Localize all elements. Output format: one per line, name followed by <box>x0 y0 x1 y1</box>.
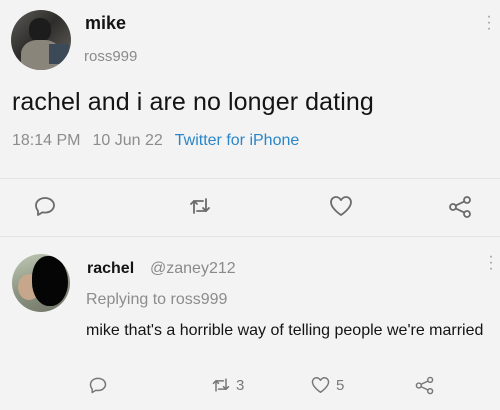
retweet-count: 3 <box>236 377 245 394</box>
reply-icon[interactable] <box>88 375 108 395</box>
tweet-author-name[interactable]: mike <box>85 13 126 34</box>
tweet-date: 10 Jun 22 <box>92 132 163 149</box>
reply-author-name[interactable]: rachel <box>87 260 134 278</box>
like-count: 5 <box>336 377 345 394</box>
retweet-icon[interactable] <box>211 375 231 395</box>
tweet-author-handle[interactable]: ross999 <box>84 48 137 65</box>
reply-icon[interactable] <box>33 194 57 218</box>
share-icon[interactable] <box>414 375 435 396</box>
retweet-icon[interactable] <box>188 194 212 218</box>
like-icon[interactable] <box>328 194 354 218</box>
reply-avatar[interactable] <box>12 254 70 312</box>
tweet-source-link[interactable]: Twitter for iPhone <box>175 132 300 149</box>
avatar[interactable] <box>11 10 71 70</box>
replying-to-label[interactable]: Replying to ross999 <box>86 291 227 309</box>
tweet-text: rachel and i are no longer dating <box>12 88 374 116</box>
tweet-meta: 18:14 PM 10 Jun 22 Twitter for iPhone <box>12 132 299 150</box>
tweet-time: 18:14 PM <box>12 132 81 149</box>
divider <box>0 236 500 237</box>
divider <box>0 178 500 179</box>
reply-author-handle[interactable]: @zaney212 <box>150 260 236 278</box>
more-options-icon[interactable]: · · · <box>486 249 496 277</box>
more-options-icon[interactable]: · · · <box>484 9 494 37</box>
like-icon[interactable] <box>310 375 331 395</box>
share-icon[interactable] <box>447 194 473 220</box>
reply-text: mike that's a horrible way of telling pe… <box>86 322 484 339</box>
